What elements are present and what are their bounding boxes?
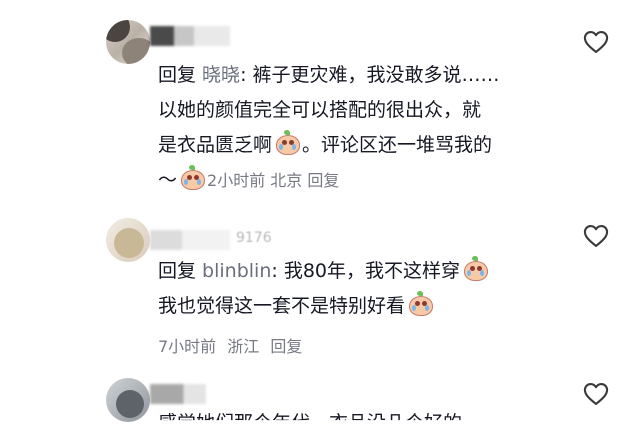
username-blurred[interactable] (150, 384, 206, 404)
comment-text-line: : 我80年，我不这样穿 (271, 260, 460, 282)
comment-text-line: 是衣品匮乏啊 (158, 134, 273, 156)
comment-location: 北京 (270, 171, 303, 190)
comment-body: 回复 blinblin: 我80年，我不这样穿 我也觉得这一套不是特别好看 (158, 254, 558, 324)
avatar[interactable] (106, 218, 150, 262)
comment-body: 回复 晓晓: 裤子更灾难，我没敢多说…… 以她的颜值完全可以搭配的很出众，就 是… (158, 58, 558, 198)
reply-username[interactable]: blinblin (202, 260, 271, 282)
heart-outline-icon (583, 225, 609, 247)
reply-button[interactable]: 回复 (307, 171, 339, 190)
username-blurred[interactable] (150, 230, 230, 250)
like-button[interactable] (582, 380, 610, 408)
crying-emoji-icon (179, 165, 206, 190)
comment-text-line: : 裤子更灾难，我没敢多说…… (240, 64, 500, 86)
reply-username[interactable]: 晓晓 (202, 64, 240, 86)
comment-text-line: ～ (158, 169, 178, 191)
comment-time: 2小时前 (207, 171, 266, 190)
comment-location: 浙江 (227, 337, 260, 356)
reply-button[interactable]: 回复 (270, 337, 302, 356)
like-button[interactable] (582, 28, 610, 56)
comment-text-line: 。评论区还一堆骂我的 (302, 134, 493, 156)
username-suffix: 9176 (236, 230, 272, 246)
reply-prefix: 回复 (158, 64, 203, 86)
crying-emoji-icon (407, 291, 434, 316)
crying-emoji-icon (274, 130, 301, 155)
like-button[interactable] (582, 222, 610, 250)
username-blurred[interactable] (150, 26, 230, 46)
comment-text-line: 感觉她们那个年代，衣品没几个好的 (158, 412, 463, 434)
comment-meta: 7小时前 浙江 回复 (158, 333, 308, 357)
avatar[interactable] (106, 378, 150, 422)
crying-emoji-icon (462, 256, 488, 281)
heart-outline-icon (583, 383, 609, 405)
comment-time: 7小时前 (158, 337, 217, 356)
avatar[interactable] (106, 20, 150, 64)
comment-text-line: 我也觉得这一套不是特别好看 (158, 295, 406, 317)
heart-outline-icon (583, 31, 609, 53)
reply-prefix: 回复 (158, 260, 203, 282)
comment-text-line: 以她的颜值完全可以搭配的很出众，就 (158, 99, 482, 121)
